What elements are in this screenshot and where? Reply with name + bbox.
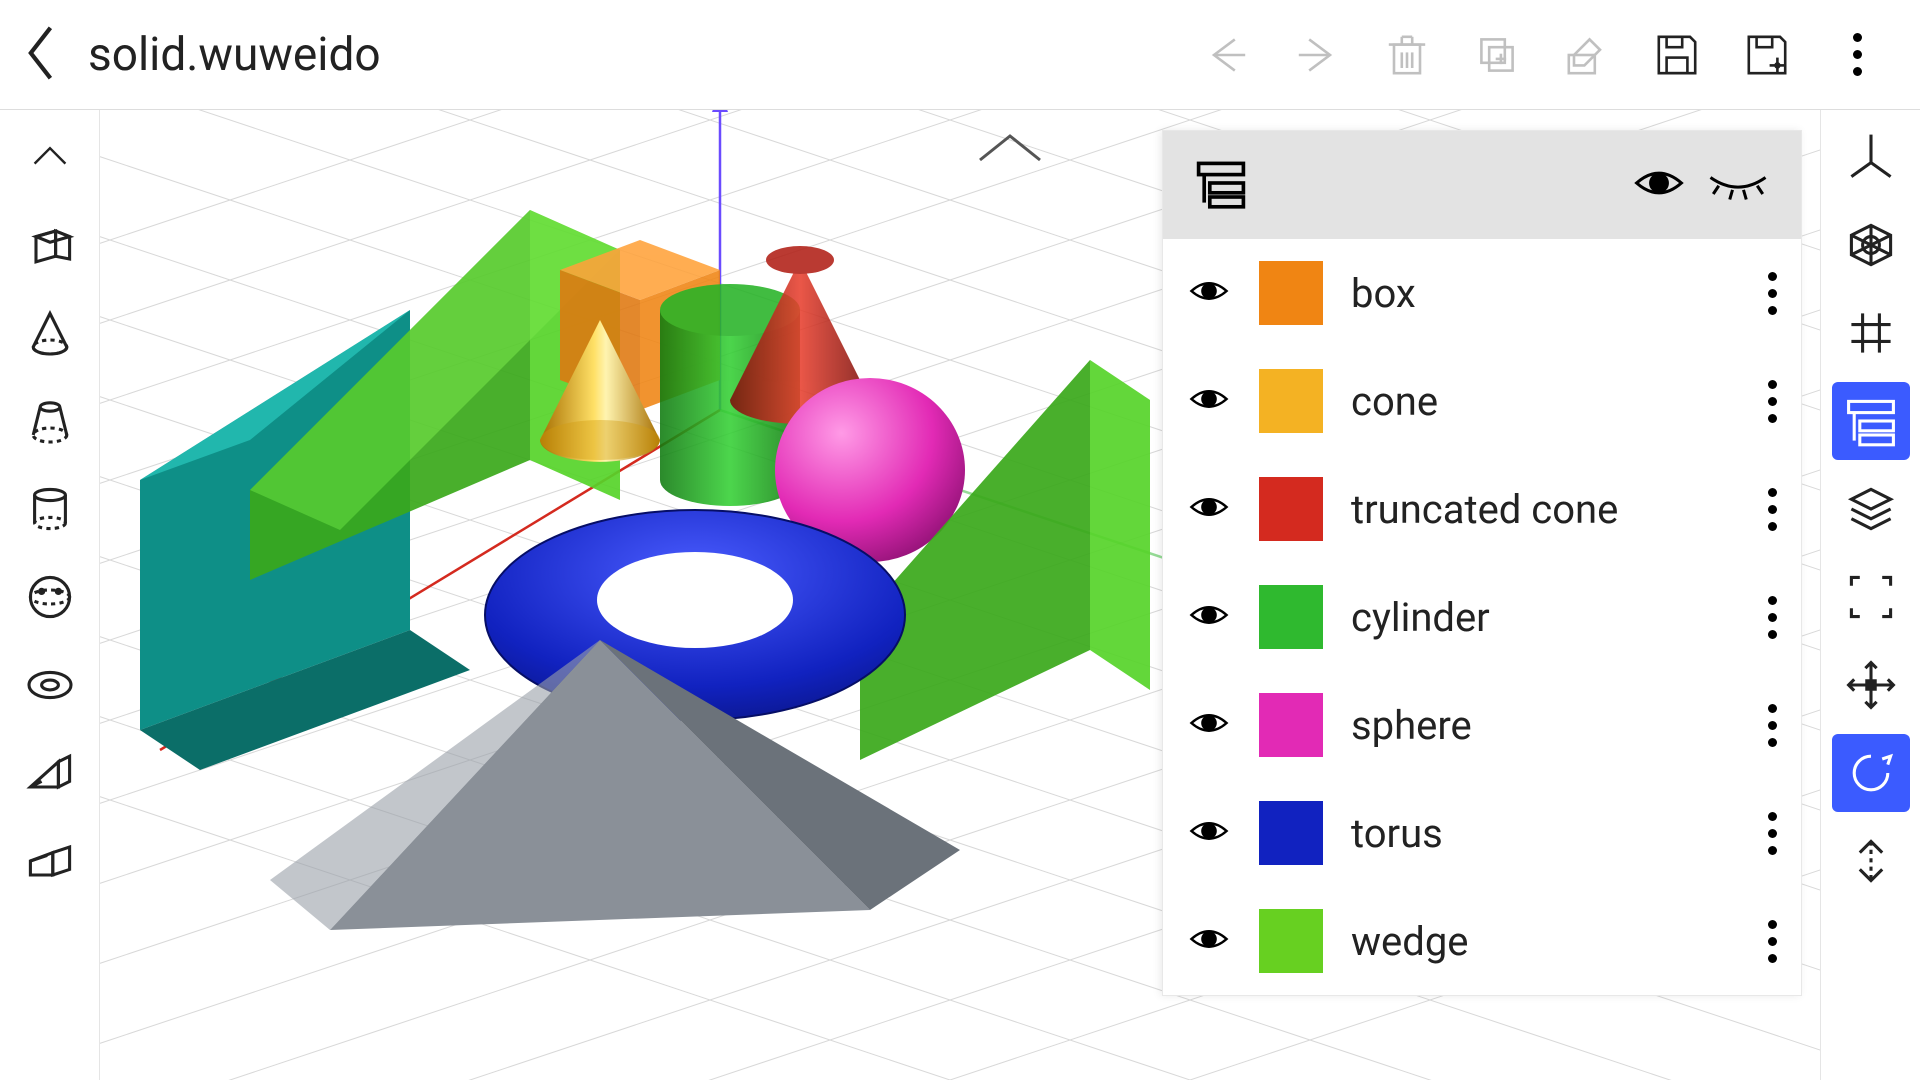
topbar-actions — [1188, 16, 1896, 94]
layer-more-icon[interactable] — [1768, 704, 1777, 747]
layer-list: box cone truncated cone cylinder sphere torus… — [1163, 239, 1801, 995]
layer-row[interactable]: box — [1163, 239, 1801, 347]
undo-button[interactable] — [1188, 16, 1266, 94]
title-area: solid.wuweido — [24, 25, 1168, 85]
layer-more-icon[interactable] — [1768, 380, 1777, 423]
back-button[interactable] — [24, 25, 60, 85]
color-swatch — [1259, 909, 1323, 973]
layer-more-icon[interactable] — [1768, 488, 1777, 531]
overflow-menu-button[interactable] — [1818, 16, 1896, 94]
more-vertical-icon — [1853, 33, 1862, 76]
layer-more-icon[interactable] — [1768, 596, 1777, 639]
color-swatch — [1259, 585, 1323, 649]
save-as-button[interactable] — [1728, 16, 1806, 94]
layer-row[interactable]: cylinder — [1163, 563, 1801, 671]
tool-layers[interactable] — [1832, 470, 1910, 548]
edit-button[interactable] — [1548, 16, 1626, 94]
layer-label: box — [1351, 270, 1740, 317]
tool-axes[interactable] — [1832, 118, 1910, 196]
save-button[interactable] — [1638, 16, 1716, 94]
layer-label: wedge — [1351, 918, 1740, 965]
tool-grid[interactable] — [1832, 294, 1910, 372]
layer-row[interactable]: torus — [1163, 779, 1801, 887]
hide-all-button[interactable] — [1705, 155, 1771, 215]
outliner-tree-icon[interactable] — [1193, 155, 1249, 215]
tool-frustum[interactable] — [11, 382, 89, 460]
main: box cone truncated cone cylinder sphere torus… — [0, 110, 1920, 1080]
duplicate-button[interactable] — [1458, 16, 1536, 94]
layer-label: torus — [1351, 810, 1740, 857]
tool-sphere[interactable] — [11, 558, 89, 636]
color-swatch — [1259, 261, 1323, 325]
tool-move[interactable] — [1832, 646, 1910, 724]
layer-label: cone — [1351, 378, 1740, 425]
delete-button[interactable] — [1368, 16, 1446, 94]
tool-box[interactable] — [11, 206, 89, 284]
layer-row[interactable]: truncated cone — [1163, 455, 1801, 563]
eye-icon[interactable] — [1187, 701, 1231, 749]
layer-more-icon[interactable] — [1768, 920, 1777, 963]
tool-cylinder[interactable] — [11, 470, 89, 548]
viewport-3d[interactable]: box cone truncated cone cylinder sphere torus… — [100, 110, 1820, 1080]
color-swatch — [1259, 477, 1323, 541]
eye-icon[interactable] — [1187, 917, 1231, 965]
topbar: solid.wuweido — [0, 0, 1920, 110]
redo-button[interactable] — [1278, 16, 1356, 94]
eye-icon[interactable] — [1187, 269, 1231, 317]
collapse-left-toolbar[interactable] — [11, 118, 89, 196]
eye-icon[interactable] — [1187, 593, 1231, 641]
layer-label: truncated cone — [1351, 486, 1740, 533]
show-all-button[interactable] — [1631, 155, 1687, 215]
tool-outliner[interactable] — [1832, 382, 1910, 460]
layer-row[interactable]: wedge — [1163, 887, 1801, 995]
layer-row[interactable]: sphere — [1163, 671, 1801, 779]
tool-torus[interactable] — [11, 646, 89, 724]
tool-rotate[interactable] — [1832, 734, 1910, 812]
left-toolbar — [0, 110, 100, 1080]
outliner-header — [1163, 131, 1801, 239]
color-swatch — [1259, 369, 1323, 433]
tool-wedge[interactable] — [11, 734, 89, 812]
tool-scale[interactable] — [1832, 822, 1910, 900]
outliner-panel: box cone truncated cone cylinder sphere torus… — [1162, 130, 1802, 996]
right-toolbar — [1820, 110, 1920, 1080]
layer-more-icon[interactable] — [1768, 272, 1777, 315]
eye-icon[interactable] — [1187, 377, 1231, 425]
eye-icon[interactable] — [1187, 485, 1231, 533]
color-swatch — [1259, 801, 1323, 865]
tool-cone[interactable] — [11, 294, 89, 372]
tool-bounds[interactable] — [1832, 558, 1910, 636]
eye-icon[interactable] — [1187, 809, 1231, 857]
layer-label: cylinder — [1351, 594, 1740, 641]
color-swatch — [1259, 693, 1323, 757]
layer-label: sphere — [1351, 702, 1740, 749]
layer-more-icon[interactable] — [1768, 812, 1777, 855]
app-root: solid.wuweido — [0, 0, 1920, 1080]
tool-prism[interactable] — [11, 822, 89, 900]
file-title: solid.wuweido — [88, 28, 381, 82]
layer-row[interactable]: cone — [1163, 347, 1801, 455]
tool-view-fit[interactable] — [1832, 206, 1910, 284]
